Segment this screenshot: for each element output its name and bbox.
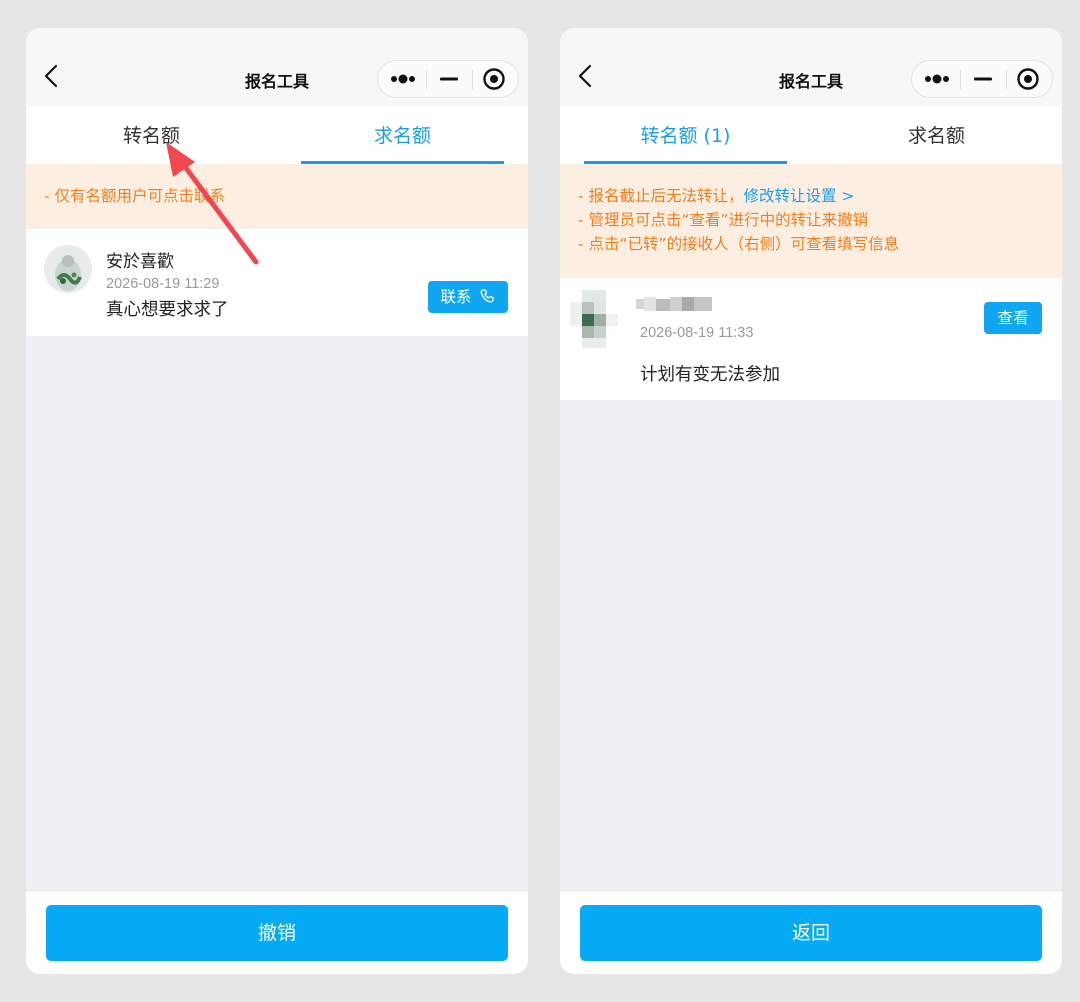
navbar: 报名工具: [26, 28, 528, 106]
phone-icon: [481, 289, 495, 303]
footer-bar: 返回: [560, 890, 1062, 974]
avatar-image: [44, 245, 92, 293]
message-text: 计划有变无法参加: [640, 365, 780, 385]
settings-link[interactable]: 修改转让设置 >: [744, 187, 855, 205]
tab-transfer[interactable]: 转名额: [26, 106, 277, 164]
tab-label: 求名额: [373, 125, 431, 147]
tab-label: 转名额 (1): [640, 125, 731, 147]
notice-banner: - 报名截止后无法转让，修改转让设置 > - 管理员可点击“查看”进行中的转让来…: [560, 164, 1062, 277]
timestamp: 2026-08-19 11:33: [640, 325, 754, 341]
notice-line: - 管理员可点击“查看”进行中的转让来撤销: [578, 211, 869, 229]
left-screen: 报名工具 转名额 求名额 - 仅有名额用户可点击联系 安於喜歡 2026-08-…: [26, 28, 528, 974]
view-button[interactable]: 查看: [984, 302, 1042, 334]
tab-label: 转名额: [122, 125, 180, 147]
more-dots-icon: [391, 74, 415, 84]
more-dots-icon: [925, 74, 949, 84]
tab-bar: 转名额 (1) 求名额: [560, 106, 1062, 164]
contact-label: 联系: [440, 288, 472, 306]
list-item: 2026-08-19 11:33 计划有变无法参加 查看: [560, 278, 1062, 400]
footer-bar: 撤销: [26, 890, 528, 974]
capsule-menu: [911, 60, 1053, 98]
list-item: 安於喜歡 2026-08-19 11:29 真心想要求求了 联系: [26, 229, 528, 336]
right-screen: 报名工具 转名额 (1) 求名额 - 报名截止后无法转让，修改转让设置 > - …: [560, 28, 1062, 974]
capsule-menu: [377, 60, 519, 98]
tab-bar: 转名额 求名额: [26, 106, 528, 164]
message-text: 真心想要求求了: [106, 300, 229, 320]
notice-line: - 点击“已转”的接收人（右侧）可查看填写信息: [578, 235, 900, 253]
minimize-icon: [440, 77, 458, 81]
timestamp: 2026-08-19 11:29: [106, 276, 220, 292]
minimize-icon: [974, 77, 992, 81]
user-name-blurred: [636, 296, 714, 311]
notice-line: - 仅有名额用户可点击联系: [44, 187, 226, 205]
navbar: 报名工具: [560, 28, 1062, 106]
more-button[interactable]: [378, 61, 426, 97]
notice-banner: - 仅有名额用户可点击联系: [26, 164, 528, 228]
close-button[interactable]: [1006, 61, 1052, 97]
minimize-button[interactable]: [426, 61, 472, 97]
avatar-image-blurred: [570, 290, 628, 348]
tab-transfer[interactable]: 转名额 (1): [560, 106, 811, 164]
more-button[interactable]: [912, 61, 960, 97]
avatar: [44, 245, 92, 293]
revoke-button[interactable]: 撤销: [46, 905, 508, 961]
avatar: [570, 290, 628, 348]
user-name: 安於喜歡: [106, 252, 174, 272]
minimize-button[interactable]: [960, 61, 1006, 97]
contact-button[interactable]: 联系: [428, 281, 508, 313]
target-close-icon: [1017, 68, 1039, 90]
notice-text: - 报名截止后无法转让，: [578, 187, 744, 205]
target-close-icon: [483, 68, 505, 90]
tab-label: 求名额: [907, 125, 965, 147]
notice-line: - 报名截止后无法转让，修改转让设置 >: [578, 184, 1062, 208]
tab-request[interactable]: 求名额: [811, 106, 1062, 164]
return-button[interactable]: 返回: [580, 905, 1042, 961]
close-button[interactable]: [472, 61, 518, 97]
tab-request[interactable]: 求名额: [277, 106, 528, 164]
